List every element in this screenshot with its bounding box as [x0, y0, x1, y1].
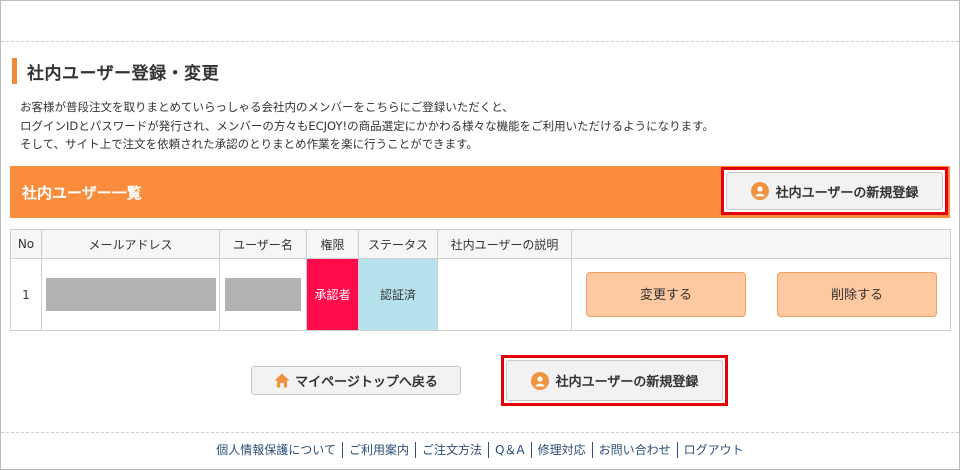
redacted-email: [45, 278, 216, 311]
cell-description: [437, 258, 572, 331]
column-header-description: 社内ユーザーの説明: [437, 229, 572, 259]
page-heading: 社内ユーザー登録・変更: [12, 58, 219, 84]
user-list-title: 社内ユーザー一覧: [22, 184, 142, 202]
intro-line: お客様が普段注文を取りまとめていらっしゃる会社内のメンバーをこちらにご登録いただ…: [20, 100, 514, 114]
user-circle-icon: [530, 371, 549, 390]
footer-link-qa[interactable]: Q＆A: [487, 442, 531, 458]
back-to-mypage-button[interactable]: マイページトップへ戻る: [251, 366, 461, 395]
new-user-button-highlight: 社内ユーザーの新規登録: [721, 167, 948, 215]
user-circle-icon: [750, 182, 769, 200]
cell-actions: 変更する 削除する: [571, 258, 951, 331]
new-user-button-label: 社内ユーザーの新規登録: [555, 375, 699, 390]
footer-link-guide[interactable]: ご利用案内: [341, 442, 415, 458]
user-table: No メールアドレス ユーザー名 権限 ステータス 社内ユーザーの説明 1 承認…: [10, 229, 951, 331]
delete-button[interactable]: 削除する: [777, 272, 937, 317]
column-header-email: メールアドレス: [41, 229, 220, 259]
footer-link-repair[interactable]: 修理対応: [530, 442, 592, 458]
column-header-no: No: [10, 229, 42, 259]
intro-line: そして、サイト上で注文を依頼された承認のとりまとめ作業を楽に行うことができます。: [20, 137, 478, 151]
edit-button[interactable]: 変更する: [586, 272, 746, 317]
column-header-username: ユーザー名: [219, 229, 307, 259]
status-badge: 認証済: [358, 258, 438, 331]
new-user-button-bottom[interactable]: 社内ユーザーの新規登録: [506, 360, 723, 401]
redacted-username: [225, 278, 301, 311]
top-divider: [1, 41, 959, 42]
back-button-label: マイページトップへ戻る: [295, 375, 438, 390]
cell-username: [219, 258, 307, 331]
column-header-actions: [571, 229, 951, 259]
heading-accent-bar: [12, 58, 17, 84]
column-header-permission: 権限: [306, 229, 359, 259]
footer-divider: [1, 432, 959, 433]
footer-link-privacy[interactable]: 個人情報保護について: [210, 442, 342, 458]
new-user-button-label: 社内ユーザーの新規登録: [775, 185, 919, 201]
footer-link-contact[interactable]: お問い合わせ: [591, 442, 677, 458]
table-row: 1 承認者 認証済 変更する 削除する: [10, 258, 951, 331]
footer-link-order-method[interactable]: ご注文方法: [414, 442, 488, 458]
cell-email: [41, 258, 220, 331]
intro-text: お客様が普段注文を取りまとめていらっしゃる会社内のメンバーをこちらにご登録いただ…: [20, 98, 714, 154]
new-user-button-top[interactable]: 社内ユーザーの新規登録: [726, 172, 943, 210]
footer-nav: 個人情報保護について ご利用案内 ご注文方法 Q＆A 修理対応 お問い合わせ ロ…: [0, 442, 960, 458]
footer-link-logout[interactable]: ログアウト: [676, 442, 750, 458]
table-header-row: No メールアドレス ユーザー名 権限 ステータス 社内ユーザーの説明: [10, 229, 951, 259]
intro-line: ログインIDとパスワードが発行され、メンバーの方々もECJOY!の商品選定にかか…: [20, 118, 714, 133]
home-icon: [274, 373, 290, 388]
cell-no: 1: [10, 258, 42, 331]
new-user-button-bottom-highlight: 社内ユーザーの新規登録: [501, 355, 728, 406]
permission-badge: 承認者: [306, 258, 359, 331]
column-header-status: ステータス: [358, 229, 438, 259]
page-title: 社内ユーザー登録・変更: [27, 63, 220, 84]
